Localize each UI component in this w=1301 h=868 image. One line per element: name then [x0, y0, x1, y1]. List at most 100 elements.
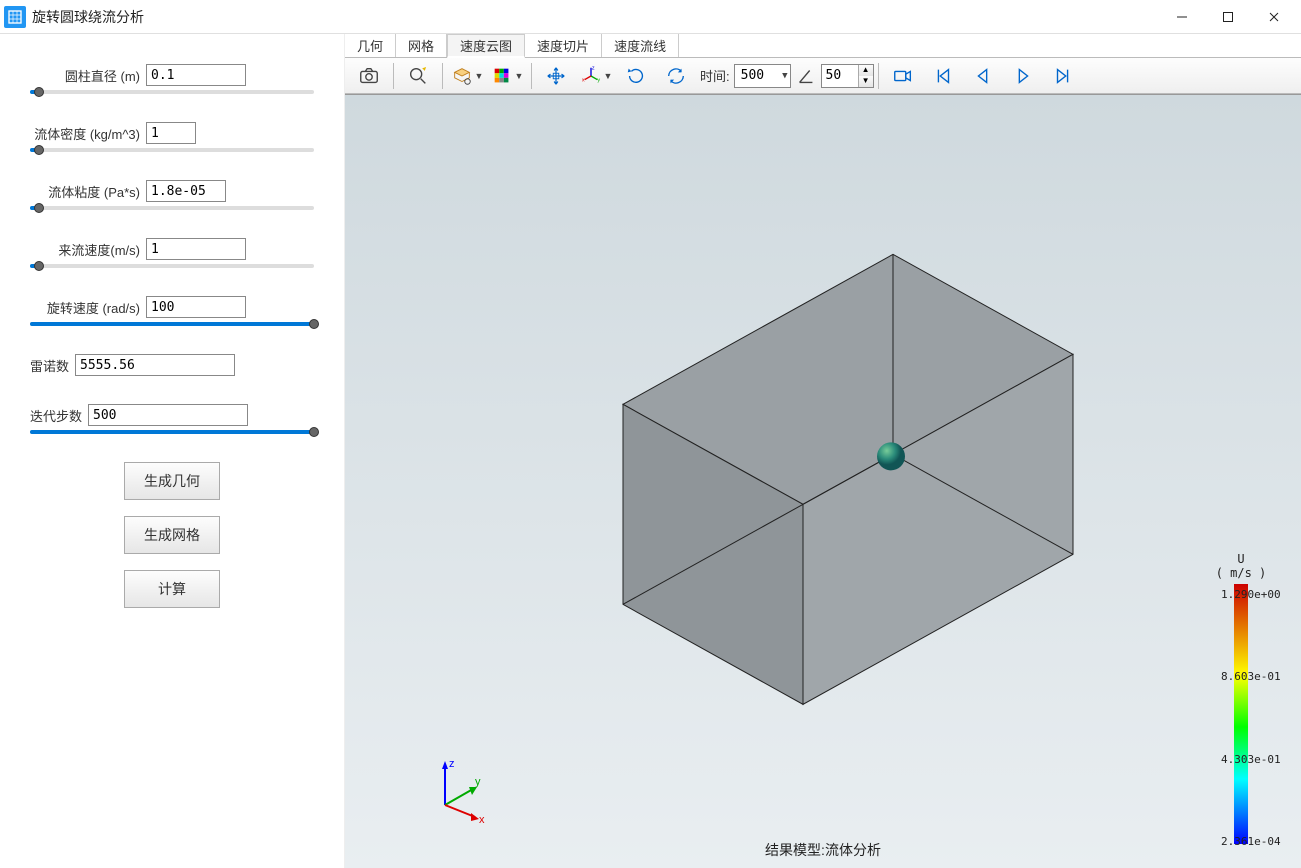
param-rotation: 旋转速度 (rad/s) — [30, 296, 314, 326]
free-rotate-button[interactable] — [658, 61, 694, 91]
tab-velocity-contour[interactable]: 速度云图 — [447, 34, 525, 58]
axis-toggle-button[interactable]: zyx ▼ — [578, 61, 614, 91]
rotate-90-button[interactable] — [618, 61, 654, 91]
generate-mesh-button[interactable]: 生成网格 — [124, 516, 220, 554]
calculate-button[interactable]: 计算 — [124, 570, 220, 608]
play-icon — [1012, 65, 1034, 87]
param-label: 圆柱直径 (m) — [30, 66, 140, 85]
domain-box-icon — [513, 194, 1133, 717]
last-frame-button[interactable] — [1045, 61, 1081, 91]
svg-text:z: z — [449, 758, 455, 770]
play-button[interactable] — [1005, 61, 1041, 91]
rotate-y-icon — [625, 65, 647, 87]
rotation-slider[interactable] — [30, 322, 314, 326]
velocity-slider[interactable] — [30, 264, 314, 268]
reynolds-input[interactable] — [75, 354, 235, 376]
spin-up-icon[interactable]: ▲ — [859, 65, 873, 76]
move-icon — [545, 65, 567, 87]
parameter-panel: 圆柱直径 (m) 流体密度 (kg/m^3) 流体粘度 (Pa*s) — [0, 34, 345, 868]
window-title: 旋转圆球绕流分析 — [32, 7, 144, 27]
tab-velocity-slice[interactable]: 速度切片 — [525, 34, 602, 57]
first-frame-icon — [932, 65, 954, 87]
diameter-input[interactable] — [146, 64, 246, 86]
slider-thumb-icon[interactable] — [34, 145, 44, 155]
svg-text:y: y — [475, 776, 481, 788]
chevron-down-icon: ▼ — [782, 71, 787, 81]
screenshot-button[interactable] — [351, 61, 387, 91]
title-bar: 旋转圆球绕流分析 — [0, 0, 1301, 34]
slider-thumb-icon[interactable] — [34, 203, 44, 213]
axis-toggle-icon: zyx — [580, 65, 602, 87]
zoom-fit-button[interactable] — [400, 61, 436, 91]
legend-tick: 2.361e-04 — [1221, 835, 1281, 848]
slider-thumb-icon[interactable] — [309, 319, 319, 329]
param-label: 旋转速度 (rad/s) — [30, 298, 140, 317]
param-label: 流体密度 (kg/m^3) — [30, 124, 140, 143]
view-toolbar: ▼ ▼ zyx ▼ 时间: 500 ▼ — [345, 58, 1301, 94]
rotate-icon — [665, 65, 687, 87]
tab-geometry[interactable]: 几何 — [345, 34, 396, 57]
first-frame-button[interactable] — [925, 61, 961, 91]
param-reynolds: 雷诺数 — [30, 354, 314, 376]
svg-text:z: z — [591, 65, 594, 71]
prev-frame-button[interactable] — [965, 61, 1001, 91]
slider-thumb-icon[interactable] — [34, 87, 44, 97]
time-combo[interactable]: 500 ▼ — [734, 64, 791, 88]
steps-input[interactable] — [88, 404, 248, 426]
axis-gizmo-icon: z y x — [425, 755, 495, 828]
generate-geometry-button[interactable]: 生成几何 — [124, 462, 220, 500]
svg-text:y: y — [597, 77, 600, 83]
prev-frame-icon — [972, 65, 994, 87]
zoom-fit-icon — [407, 65, 429, 87]
velocity-input[interactable] — [146, 238, 246, 260]
pan-button[interactable] — [538, 61, 574, 91]
legend-unit: ( m/s ) — [1216, 566, 1267, 580]
param-label: 迭代步数 — [30, 406, 82, 425]
slider-thumb-icon[interactable] — [309, 427, 319, 437]
viscosity-slider[interactable] — [30, 206, 314, 210]
legend-tick: 1.290e+00 — [1221, 588, 1281, 601]
selection-icon — [451, 65, 473, 87]
param-velocity: 来流速度(m/s) — [30, 238, 314, 268]
param-steps: 迭代步数 — [30, 404, 314, 434]
time-value: 500 — [741, 68, 764, 83]
sphere-icon — [877, 442, 905, 470]
viewport-title: 结果模型:流体分析 — [765, 840, 881, 860]
color-legend: U ( m/s ) 1.290e+00 8.603e-01 4.303e-01 … — [1191, 552, 1291, 848]
slider-thumb-icon[interactable] — [34, 261, 44, 271]
window-maximize-button[interactable] — [1205, 0, 1251, 34]
step-input[interactable] — [822, 65, 858, 87]
legend-tick: 8.603e-01 — [1221, 670, 1281, 683]
param-diameter: 圆柱直径 (m) — [30, 64, 314, 94]
record-button[interactable] — [885, 61, 921, 91]
record-icon — [892, 65, 914, 87]
last-frame-icon — [1052, 65, 1074, 87]
chevron-down-icon: ▼ — [475, 71, 484, 81]
app-logo-icon — [4, 6, 26, 28]
chevron-down-icon: ▼ — [604, 71, 613, 81]
result-tabs: 几何 网格 速度云图 速度切片 速度流线 — [345, 34, 1301, 58]
legend-title: U — [1237, 552, 1244, 566]
steps-slider[interactable] — [30, 430, 314, 434]
rotation-input[interactable] — [146, 296, 246, 318]
density-input[interactable] — [146, 122, 196, 144]
spin-down-icon[interactable]: ▼ — [859, 76, 873, 87]
viscosity-input[interactable] — [146, 180, 226, 202]
colormap-button[interactable]: ▼ — [489, 61, 525, 91]
main-area: 几何 网格 速度云图 速度切片 速度流线 ▼ ▼ — [345, 34, 1301, 868]
window-minimize-button[interactable] — [1159, 0, 1205, 34]
colormap-icon — [491, 65, 513, 87]
density-slider[interactable] — [30, 148, 314, 152]
selection-button[interactable]: ▼ — [449, 61, 485, 91]
3d-viewport[interactable]: z y x U ( m/s ) 1.290e+00 8.603e-01 4.30… — [345, 94, 1301, 868]
angle-icon — [795, 65, 817, 87]
tab-streamlines[interactable]: 速度流线 — [602, 34, 679, 57]
chevron-down-icon: ▼ — [515, 71, 524, 81]
diameter-slider[interactable] — [30, 90, 314, 94]
step-spin[interactable]: ▲ ▼ — [821, 64, 874, 88]
window-close-button[interactable] — [1251, 0, 1297, 34]
svg-text:x: x — [479, 814, 485, 825]
tab-mesh[interactable]: 网格 — [396, 34, 447, 57]
angle-button[interactable] — [793, 61, 819, 91]
param-label: 来流速度(m/s) — [30, 240, 140, 259]
